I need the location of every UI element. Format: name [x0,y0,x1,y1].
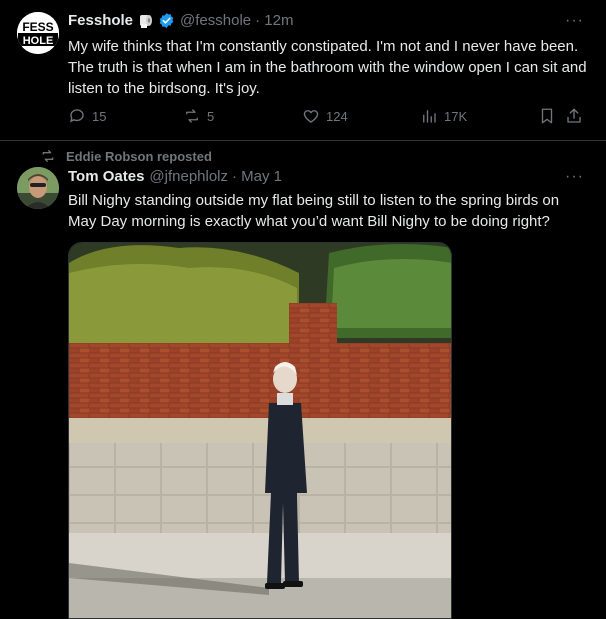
tweet-photo[interactable] [68,242,452,619]
author-name[interactable]: Fesshole [68,12,133,29]
repost-icon [186,109,198,123]
views-button[interactable]: 17K [420,107,467,125]
tweet-fesshole[interactable]: FESS HOLE Fesshole @fesshole · 12m ··· M… [0,0,606,141]
tweet-text: My wife thinks that I'm constantly const… [68,38,587,97]
views-icon [423,110,436,123]
repost-count: 5 [207,108,215,124]
verified-badge-icon [158,12,175,29]
avatar-fesshole[interactable]: FESS HOLE [17,12,59,54]
tweet-header: Fesshole @fesshole · 12m [68,12,293,29]
toilet-paper-emoji-icon [138,13,154,29]
reply-count: 15 [92,108,107,124]
repost-button[interactable]: 5 [183,107,214,125]
views-count: 17K [444,108,468,124]
avatar-text-top: FESS [22,20,53,34]
avatar-text-bottom: HOLE [23,35,54,47]
tweet-time[interactable]: · 12m [255,12,293,29]
tweet-actions: 15 5 124 17K [68,107,588,127]
author-handle[interactable]: @jfnephlolz [149,168,228,185]
share-button[interactable] [565,107,583,125]
bookmark-icon [541,108,553,124]
tweet-time[interactable]: · May 1 [232,168,282,185]
like-button[interactable]: 124 [302,107,348,125]
tweet-header: Tom Oates @jfnephlolz · May 1 [68,168,282,185]
bookmark-button[interactable] [538,107,556,125]
share-icon [567,108,581,123]
author-name[interactable]: Tom Oates [68,168,144,185]
repost-indicator: Eddie Robson reposted [40,148,212,164]
more-icon[interactable]: ··· [565,168,584,186]
more-icon[interactable]: ··· [565,12,584,30]
avatar-tom-oates[interactable] [17,167,59,209]
author-handle[interactable]: @fesshole [180,12,251,29]
like-count: 124 [326,108,348,124]
reply-icon [69,109,84,123]
repost-icon [42,150,54,162]
repost-label[interactable]: Eddie Robson reposted [66,149,212,164]
like-icon [303,110,319,123]
reply-button[interactable]: 15 [68,107,106,125]
tweet-text: Bill Nighy standing outside my flat bein… [68,192,560,230]
